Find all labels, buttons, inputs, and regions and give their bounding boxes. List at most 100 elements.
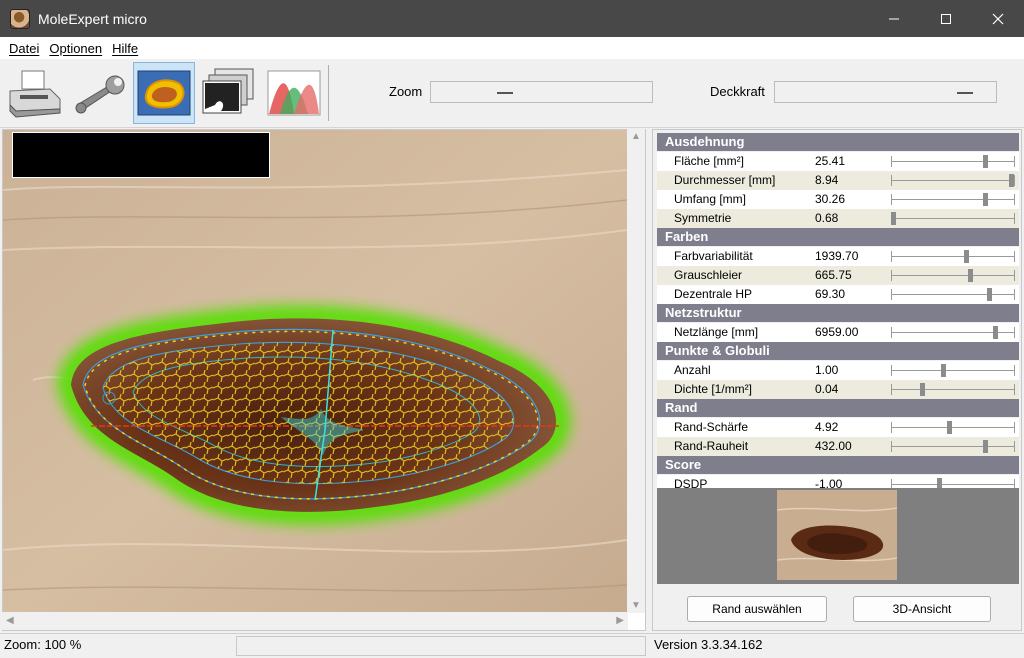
measurement-slider-thumb[interactable]: [891, 212, 896, 225]
measurement-label: Netzlänge [mm]: [674, 325, 759, 339]
measurement-slider[interactable]: [891, 441, 1015, 452]
thumbnail-area: [657, 488, 1019, 584]
measurement-slider[interactable]: [891, 365, 1015, 376]
measurement-row: Anzahl 1.00: [657, 361, 1019, 380]
lesion-image: [3, 130, 627, 612]
measurement-row: Farbvariabilität 1939.70: [657, 247, 1019, 266]
redaction-block: [12, 132, 270, 178]
app-icon: [10, 8, 30, 29]
measurement-slider[interactable]: [891, 175, 1015, 186]
measurement-value: 8.94: [815, 173, 839, 187]
section-header: Score: [657, 456, 1019, 474]
measurement-slider[interactable]: [891, 422, 1015, 433]
measurement-value: 30.26: [815, 192, 846, 206]
measurement-label: Dezentrale HP: [674, 287, 753, 301]
measurement-row: Netzlänge [mm] 6959.00: [657, 323, 1019, 342]
measurement-slider[interactable]: [891, 156, 1015, 167]
section-header: Rand: [657, 399, 1019, 417]
lesion-thumbnail[interactable]: [777, 490, 897, 580]
measurement-value: 6959.00: [815, 325, 859, 339]
3d-view-button[interactable]: 3D-Ansicht: [853, 596, 991, 622]
measurement-label: Grauschleier: [674, 268, 743, 282]
image-viewer[interactable]: [2, 129, 646, 631]
measurement-label: Rand-Rauheit: [674, 439, 749, 453]
section-header: Ausdehnung: [657, 133, 1019, 151]
measurement-slider-thumb[interactable]: [987, 288, 993, 301]
measurement-slider[interactable]: [891, 251, 1015, 262]
measurement-value: 69.30: [815, 287, 846, 301]
measurement-slider[interactable]: [891, 384, 1015, 395]
toolbar-separator: [328, 65, 329, 121]
wrench-icon[interactable]: [68, 62, 130, 124]
measurement-slider-thumb[interactable]: [993, 326, 999, 339]
measurement-row: Rand-Rauheit 432.00: [657, 437, 1019, 456]
horizontal-scrollbar[interactable]: ◀ ▶: [2, 612, 628, 630]
measurement-slider-thumb[interactable]: [919, 383, 925, 396]
measurement-value: 0.68: [815, 211, 839, 225]
zoom-label: Zoom: [389, 84, 423, 99]
measurement-slider-thumb[interactable]: [968, 269, 974, 282]
measurement-row: Umfang [mm] 30.26: [657, 190, 1019, 209]
measurement-label: Anzahl: [674, 363, 711, 377]
opacity-label: Deckkraft: [710, 84, 765, 99]
printer-icon[interactable]: [3, 62, 65, 124]
measurement-row: Fläche [mm²] 25.41: [657, 152, 1019, 171]
measurement-label: Durchmesser [mm]: [674, 173, 776, 187]
toolbar: Zoom Deckkraft: [0, 59, 1024, 128]
menu-hilfe[interactable]: Hilfe: [107, 41, 143, 56]
measurement-slider-thumb[interactable]: [982, 155, 988, 168]
measurement-row: Dichte [1/mm²] 0.04: [657, 380, 1019, 399]
measurement-value: 4.92: [815, 420, 839, 434]
minimize-button[interactable]: [868, 0, 920, 37]
measurement-value: 25.41: [815, 154, 846, 168]
measurement-slider[interactable]: [891, 289, 1015, 300]
histogram-icon[interactable]: [263, 62, 325, 124]
measurement-slider[interactable]: [891, 270, 1015, 281]
measurements-panel: Ausdehnung Fläche [mm²] 25.41 Durchmesser […: [652, 129, 1022, 631]
select-border-button[interactable]: Rand auswählen: [687, 596, 827, 622]
status-bar: Zoom: 100 % Version 3.3.34.162: [0, 633, 1024, 658]
measurement-slider-thumb[interactable]: [963, 250, 969, 263]
measurement-value: 0.04: [815, 382, 839, 396]
opacity-slider[interactable]: [774, 81, 997, 103]
menu-datei[interactable]: Datei: [4, 41, 44, 56]
measurement-label: Farbvariabilität: [674, 249, 753, 263]
measurement-value: 432.00: [815, 439, 852, 453]
measurement-value: 665.75: [815, 268, 852, 282]
lesion-outline-icon[interactable]: [133, 62, 195, 124]
measurement-slider[interactable]: [891, 213, 1015, 224]
zoom-slider[interactable]: [430, 81, 653, 103]
section-header: Farben: [657, 228, 1019, 246]
measurement-label: Fläche [mm²]: [674, 154, 745, 168]
close-button[interactable]: [972, 0, 1024, 37]
measurement-row: Grauschleier 665.75: [657, 266, 1019, 285]
section-header: Punkte & Globuli: [657, 342, 1019, 360]
measurement-label: Symmetrie: [674, 211, 732, 225]
maximize-button[interactable]: [920, 0, 972, 37]
measurement-slider-thumb[interactable]: [940, 364, 946, 377]
vertical-scrollbar[interactable]: ▲ ▼: [627, 129, 645, 613]
window-title: MoleExpert micro: [38, 10, 147, 27]
menu-bar: Datei Optionen Hilfe: [0, 37, 1024, 59]
image-stack-icon[interactable]: [198, 62, 260, 124]
measurement-slider-thumb[interactable]: [946, 421, 952, 434]
measurement-row: Rand-Schärfe 4.92: [657, 418, 1019, 437]
measurement-slider[interactable]: [891, 479, 1015, 490]
measurement-row: Durchmesser [mm] 8.94: [657, 171, 1019, 190]
measurement-label: Umfang [mm]: [674, 192, 747, 206]
menu-optionen[interactable]: Optionen: [44, 41, 107, 56]
measurement-row: Symmetrie 0.68: [657, 209, 1019, 228]
measurement-label: Dichte [1/mm²]: [674, 382, 753, 396]
measurement-label: Rand-Schärfe: [674, 420, 749, 434]
status-zoom: Zoom: 100 %: [4, 637, 82, 652]
measurement-value: 1939.70: [815, 249, 859, 263]
measurement-slider[interactable]: [891, 194, 1015, 205]
status-version: Version 3.3.34.162: [654, 637, 763, 652]
measurement-slider-thumb[interactable]: [1008, 174, 1014, 187]
status-progress: [236, 636, 646, 656]
measurement-slider-thumb[interactable]: [982, 193, 988, 206]
measurement-value: 1.00: [815, 363, 839, 377]
title-bar: MoleExpert micro: [0, 0, 1024, 37]
section-header: Netzstruktur: [657, 304, 1019, 322]
measurement-slider-thumb[interactable]: [982, 440, 988, 453]
